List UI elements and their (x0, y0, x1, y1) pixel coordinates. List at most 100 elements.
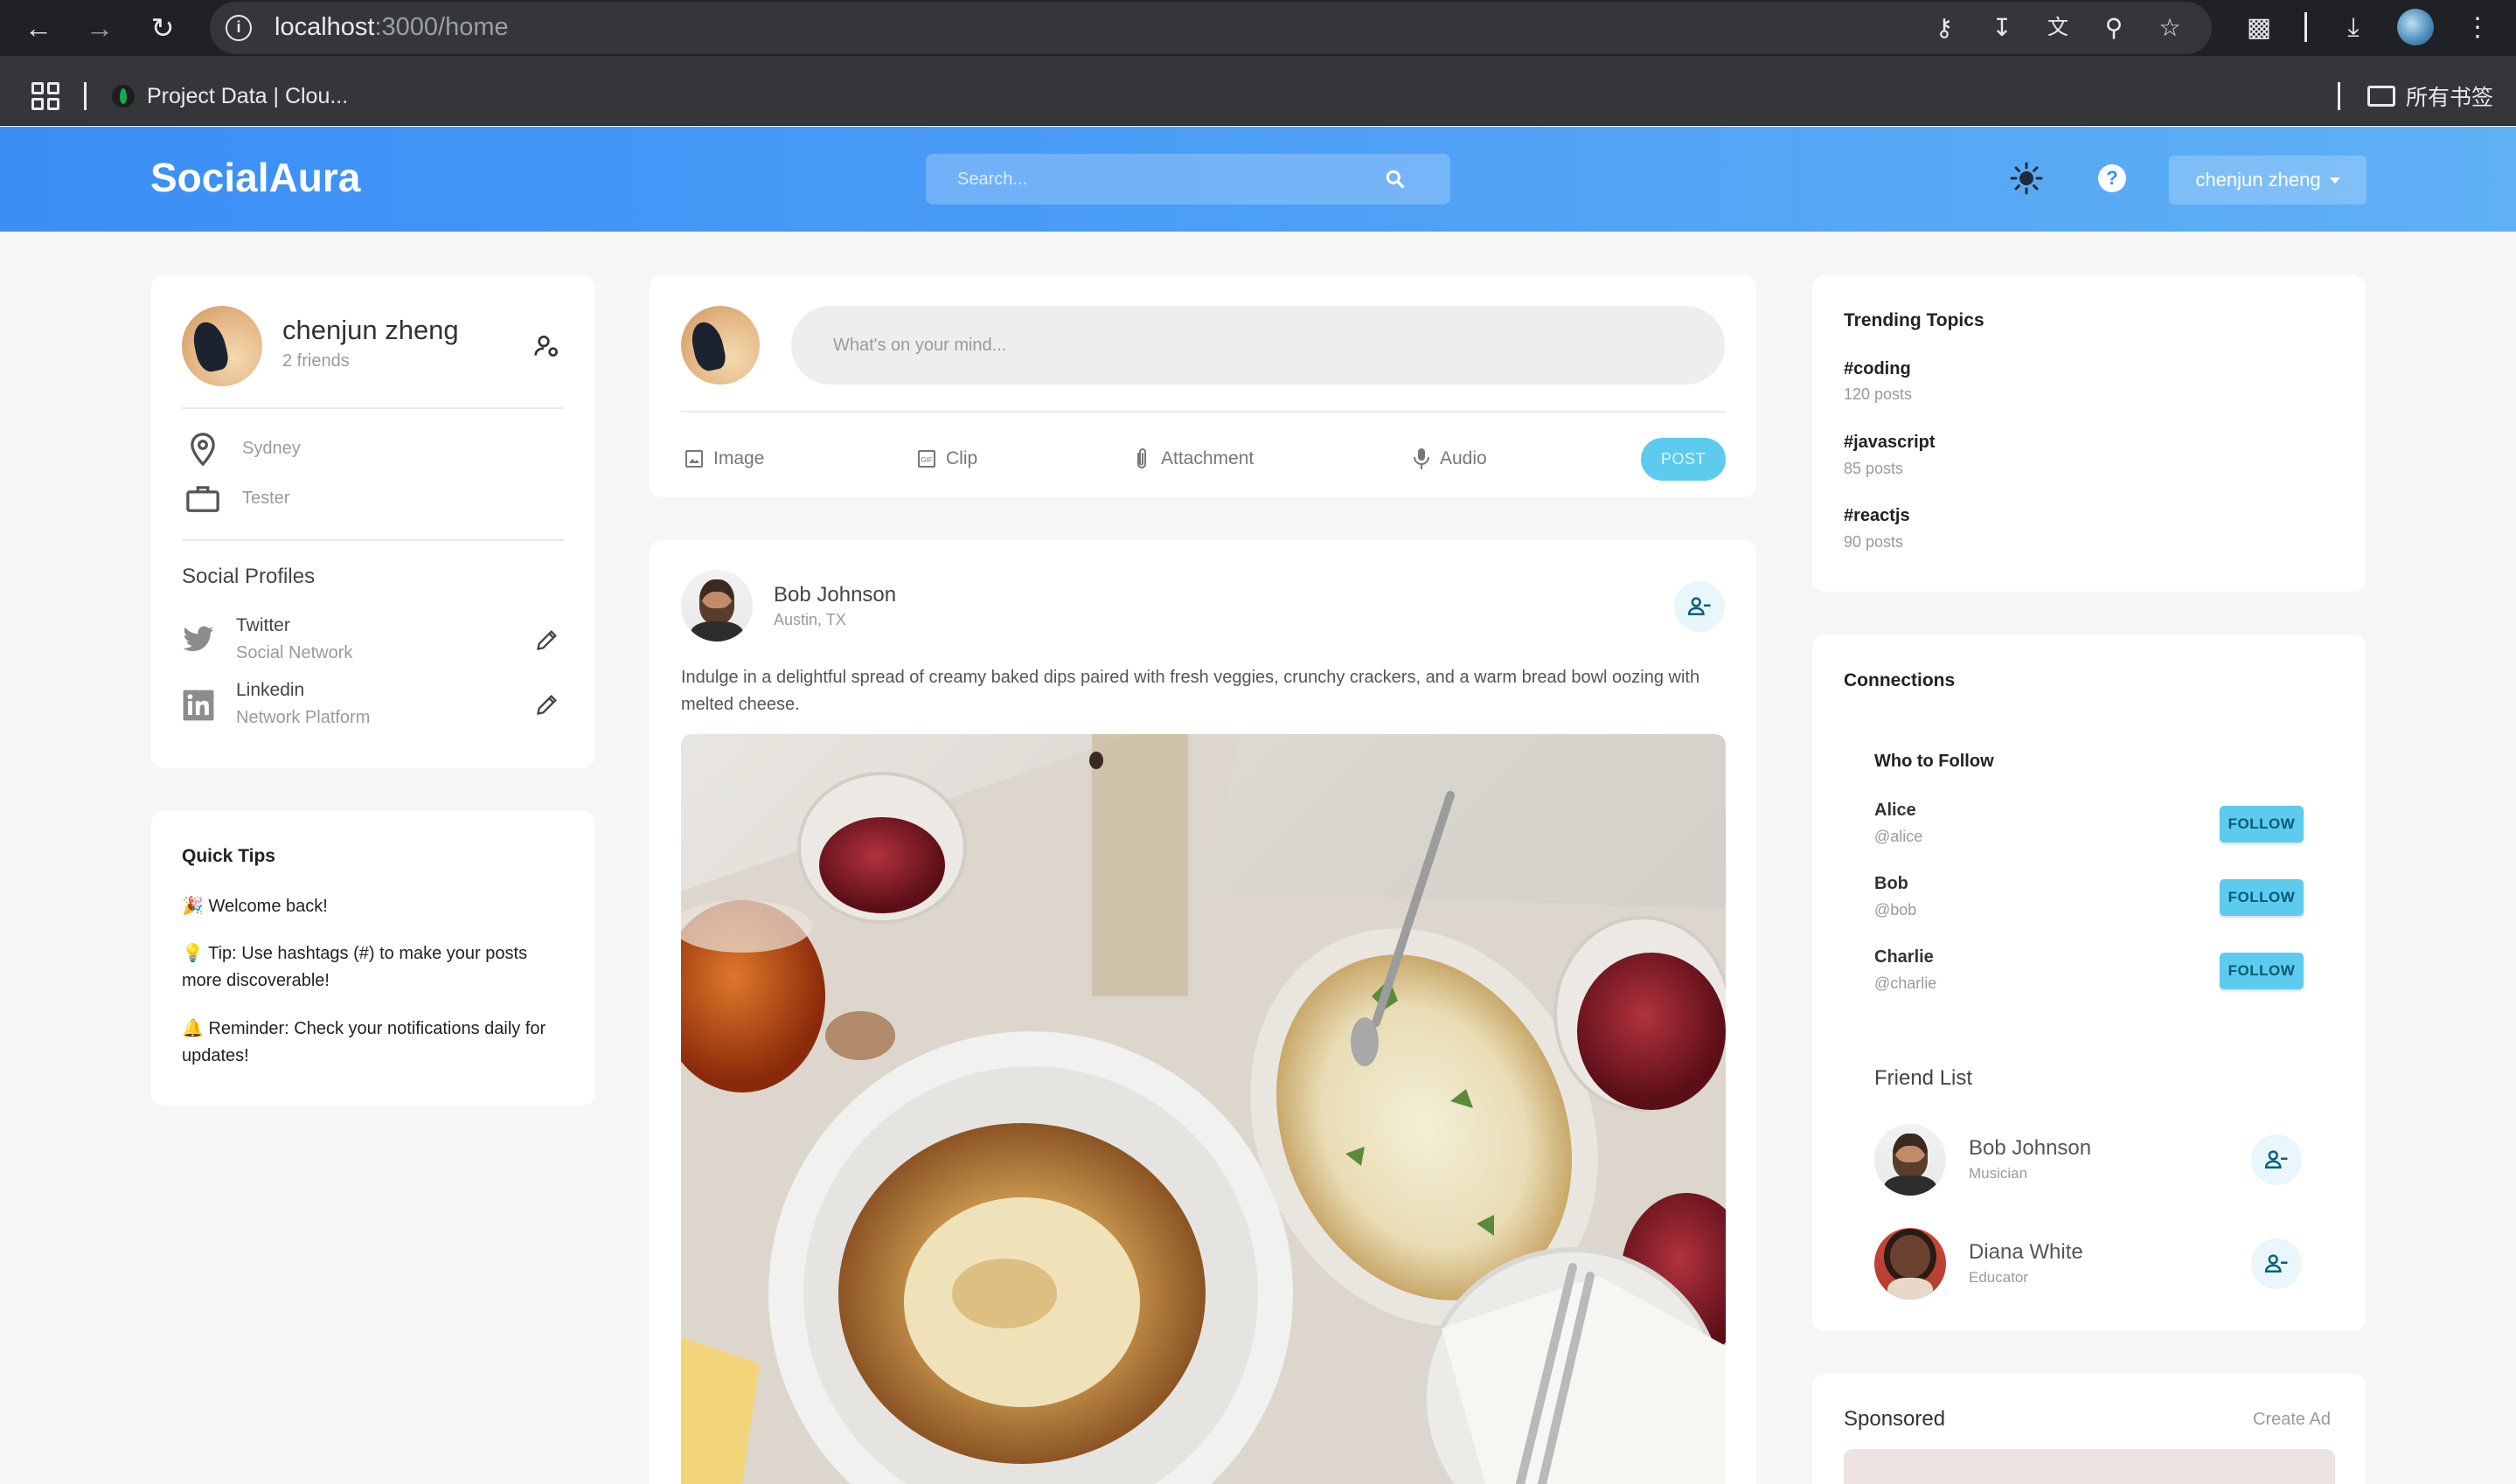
manage-account-icon[interactable] (533, 332, 561, 360)
social-linkedin-type: Network Platform (236, 708, 371, 727)
browser-menu-icon[interactable]: ⋮ (2458, 9, 2497, 47)
back-arrow-icon[interactable]: ← (19, 9, 58, 47)
theme-toggle-sun-icon[interactable] (2009, 161, 2044, 196)
post-author-name[interactable]: Bob Johnson (774, 583, 896, 607)
forward-arrow-icon[interactable]: → (80, 9, 119, 47)
friend-bob-role: Musician (1969, 1165, 2028, 1182)
url-text[interactable]: localhost:3000/home (275, 13, 509, 42)
svg-text:GIF: GIF (921, 456, 932, 464)
search-box (926, 154, 1450, 205)
paperclip-icon (1137, 448, 1146, 468)
trending-count-coding: 120 posts (1844, 385, 1913, 403)
follow-charlie-button[interactable]: FOLLOW (2220, 953, 2304, 989)
attachment-label: Attachment (1161, 448, 1255, 468)
post-author-avatar[interactable] (681, 570, 753, 641)
linkedin-icon (183, 690, 214, 721)
post-author-location: Austin, TX (774, 611, 846, 628)
download-icon[interactable]: ⤓ (2334, 9, 2373, 47)
image-label: Image (713, 448, 765, 468)
audio-label: Audio (1440, 448, 1487, 468)
bookmark-label: Project Data | Clou... (147, 83, 349, 108)
profile-name[interactable]: chenjun zheng (282, 315, 459, 346)
search-icon[interactable] (1384, 168, 1407, 191)
social-twitter-name[interactable]: Twitter (236, 615, 290, 636)
connections-title: Connections (1844, 670, 1956, 690)
composer-image-button[interactable]: Image (684, 446, 764, 472)
edit-twitter-icon[interactable] (535, 628, 559, 652)
profile-avatar[interactable] (182, 306, 262, 386)
bookmark-project-data[interactable]: Project Data | Clou... (112, 80, 348, 112)
friend-diana-avatar[interactable] (1874, 1228, 1946, 1300)
address-bar[interactable]: i localhost:3000/home ⚷ ↧ 文 ⚲ ☆ (210, 2, 2212, 54)
trending-count-javascript: 85 posts (1844, 460, 1904, 477)
post-button[interactable]: POST (1641, 438, 1726, 481)
bookmarks-divider-right (2338, 82, 2340, 110)
friend-bob-name[interactable]: Bob Johnson (1969, 1136, 2091, 1161)
create-ad-link[interactable]: Create Ad (2253, 1410, 2331, 1430)
trending-topic-coding[interactable]: #coding (1844, 359, 1911, 379)
trending-topic-javascript[interactable]: #javascript (1844, 433, 1936, 453)
post-image[interactable] (681, 734, 1726, 1484)
friend-list-title: Friend List (1874, 1066, 1973, 1090)
suggestion-charlie-handle: @charlie (1874, 974, 1937, 992)
composer-clip-button[interactable]: GIF Clip (916, 446, 977, 472)
chevron-down-icon (2329, 177, 2340, 184)
suggestion-bob-name[interactable]: Bob (1874, 874, 1908, 894)
suggestion-charlie-name[interactable]: Charlie (1874, 947, 1934, 967)
sponsored-image[interactable] (1844, 1449, 2335, 1484)
profile-location: Sydney (242, 439, 301, 458)
edit-linkedin-icon[interactable] (535, 692, 559, 717)
trending-count-reactjs: 90 posts (1844, 533, 1904, 551)
follow-bob-button[interactable]: FOLLOW (2220, 879, 2304, 916)
image-icon (685, 450, 703, 468)
bookmarks-bar (0, 56, 2516, 126)
remove-friend-button[interactable] (1674, 581, 1725, 632)
all-bookmarks-label: 所有书签 (2406, 86, 2494, 110)
profile-friends-count: 2 friends (282, 351, 350, 371)
food-photo-illustration (681, 734, 1726, 1484)
follow-alice-button[interactable]: FOLLOW (2220, 806, 2304, 843)
svg-text:?: ? (2106, 167, 2117, 189)
zoom-icon[interactable]: ⚲ (2096, 10, 2131, 45)
search-input[interactable] (926, 154, 1380, 205)
friend-bob-avatar[interactable] (1874, 1124, 1946, 1196)
microphone-icon (1414, 448, 1429, 469)
password-key-icon[interactable]: ⚷ (1927, 10, 1962, 45)
all-bookmarks[interactable]: 所有书签 (2367, 80, 2493, 112)
tip-welcome: 🎉 Welcome back! (182, 897, 328, 916)
browser-profile-avatar[interactable] (2397, 9, 2434, 45)
bookmark-star-icon[interactable]: ☆ (2152, 10, 2187, 45)
apps-grid-icon[interactable] (31, 82, 59, 110)
user-menu-label: chenjun zheng (2195, 169, 2321, 191)
location-pin-icon (191, 433, 215, 467)
composer-audio-button[interactable]: Audio (1412, 446, 1487, 472)
trending-topic-reactjs[interactable]: #reactjs (1844, 506, 1910, 526)
folder-icon (2367, 86, 2395, 107)
post-composer-input[interactable] (791, 306, 1725, 385)
friend-diana-role: Educator (1969, 1269, 2029, 1286)
suggestion-bob-handle: @bob (1874, 901, 1917, 919)
site-info-icon[interactable]: i (226, 15, 252, 41)
profile-divider-2 (182, 539, 564, 541)
remove-friend-bob-button[interactable] (2251, 1134, 2302, 1185)
person-remove-icon (1687, 597, 1711, 615)
brand-logo[interactable]: SocialAura (150, 154, 360, 201)
install-app-icon[interactable]: ↧ (1984, 10, 2019, 45)
social-linkedin-name[interactable]: Linkedin (236, 680, 304, 701)
quick-tips-title: Quick Tips (182, 846, 275, 866)
mongodb-leaf-icon (112, 85, 135, 107)
friend-diana-name[interactable]: Diana White (1969, 1240, 2083, 1265)
suggestion-alice-name[interactable]: Alice (1874, 801, 1916, 821)
suggestion-alice-handle: @alice (1874, 828, 1923, 845)
reload-icon[interactable]: ↻ (143, 9, 182, 47)
help-icon[interactable]: ? (2095, 161, 2130, 196)
profile-divider (182, 407, 564, 409)
composer-attachment-button[interactable]: Attachment (1131, 446, 1254, 472)
remove-friend-diana-button[interactable] (2251, 1238, 2302, 1289)
trending-title: Trending Topics (1844, 310, 1984, 330)
user-menu-dropdown[interactable]: chenjun zheng (2169, 156, 2367, 205)
translate-icon[interactable]: 文 (2040, 10, 2075, 45)
social-profiles-title: Social Profiles (182, 565, 316, 588)
briefcase-icon (186, 486, 219, 512)
extensions-icon[interactable]: ▩ (2240, 9, 2278, 47)
